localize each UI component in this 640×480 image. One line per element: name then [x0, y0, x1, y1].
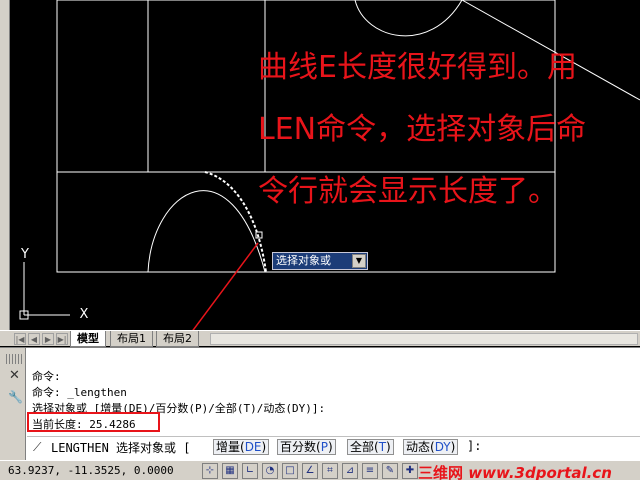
annotation-arrow	[192, 242, 259, 330]
layout-tab-bar: |◀ ◀ ▶ ▶| 模型 布局1 布局2	[0, 330, 640, 347]
tab-layout1[interactable]: 布局1	[110, 331, 153, 347]
drawing-canvas[interactable]: Y X 曲线E长度很好得到。用 LEN命令，选择对象后命 令行就会显示长度了。 …	[0, 0, 640, 330]
snap-icon[interactable]: ⊹	[202, 463, 218, 479]
prompt-lead: LENGTHEN 选择对象或 [	[51, 441, 191, 455]
next-tab-icon[interactable]: ▶	[42, 333, 54, 345]
crosshair-icon[interactable]: ✚	[402, 463, 418, 479]
grid-icon[interactable]: ▦	[222, 463, 238, 479]
command-window-handle[interactable]: ✕ 🔧	[0, 348, 26, 461]
lwt-icon[interactable]: ≡	[362, 463, 378, 479]
option-dynamic-button[interactable]: 动态(DY)	[403, 439, 459, 455]
wrench-icon[interactable]: 🔧	[8, 390, 23, 404]
site-watermark: 三维网 www.3dportal.cn	[418, 462, 612, 480]
ortho-icon[interactable]: ∟	[242, 463, 258, 479]
polar-icon[interactable]: ◔	[262, 463, 278, 479]
option-increment-button[interactable]: 增量(DE)	[213, 439, 270, 455]
tab-model[interactable]: 模型	[70, 331, 106, 347]
grip-icon[interactable]	[6, 354, 24, 364]
status-bar: 63.9237, -11.3525, 0.0000 ⊹ ▦ ∟ ◔ □ ∠ ⌗ …	[0, 460, 640, 480]
prev-tab-icon[interactable]: ◀	[28, 333, 40, 345]
osnap-icon[interactable]: □	[282, 463, 298, 479]
ucs-x-label: X	[80, 307, 89, 322]
tooltip-text: 选择对象或	[276, 254, 331, 267]
option-total-button[interactable]: 全部(T)	[347, 439, 394, 455]
close-icon[interactable]: ✕	[9, 368, 20, 383]
qp-icon[interactable]: ✎	[382, 463, 398, 479]
otrack-icon[interactable]: ∠	[302, 463, 318, 479]
annotation-line-1: 曲线E长度很好得到。用	[258, 50, 577, 85]
annotation-line-2: LEN命令，选择对象后命	[258, 112, 587, 147]
length-highlight-box	[27, 412, 160, 432]
command-cursor-icon: ⟋	[33, 440, 42, 454]
last-tab-icon[interactable]: ▶|	[56, 333, 68, 345]
coordinate-readout: 63.9237, -11.3525, 0.0000	[8, 464, 174, 477]
top-arc[interactable]	[354, 0, 463, 37]
watermark-brand: 三维网	[418, 464, 464, 480]
annotation-line-3: 令行就会显示长度了。	[258, 174, 558, 209]
command-prompt-line[interactable]: ⟋ LENGTHEN 选择对象或 [ 增量(DE) 百分数(P) 全部(T) 动…	[27, 436, 640, 456]
history-line-1: 命令:	[32, 370, 61, 383]
curve-e[interactable]	[147, 190, 266, 273]
option-percent-button[interactable]: 百分数(P)	[277, 439, 336, 455]
dropdown-arrow-icon[interactable]: ▼	[352, 254, 366, 268]
dyn-icon[interactable]: ⊿	[342, 463, 358, 479]
dynamic-input-tooltip: 选择对象或 ▼	[272, 252, 368, 270]
history-line-2: 命令: _lengthen	[32, 386, 127, 399]
ucs-y-label: Y	[20, 247, 29, 262]
tab-layout2[interactable]: 布局2	[156, 331, 199, 347]
command-window: ✕ 🔧 命令: 命令: _lengthen 选择对象或 [增量(DE)/百分数(…	[0, 347, 640, 461]
curve-e-selected[interactable]	[204, 171, 267, 273]
ducs-icon[interactable]: ⌗	[322, 463, 338, 479]
prompt-tail: ]:	[467, 439, 482, 453]
horizontal-scrollbar[interactable]	[210, 333, 638, 345]
first-tab-icon[interactable]: |◀	[14, 333, 26, 345]
watermark-url: www.3dportal.cn	[468, 464, 612, 480]
left-frame-border	[0, 0, 10, 330]
